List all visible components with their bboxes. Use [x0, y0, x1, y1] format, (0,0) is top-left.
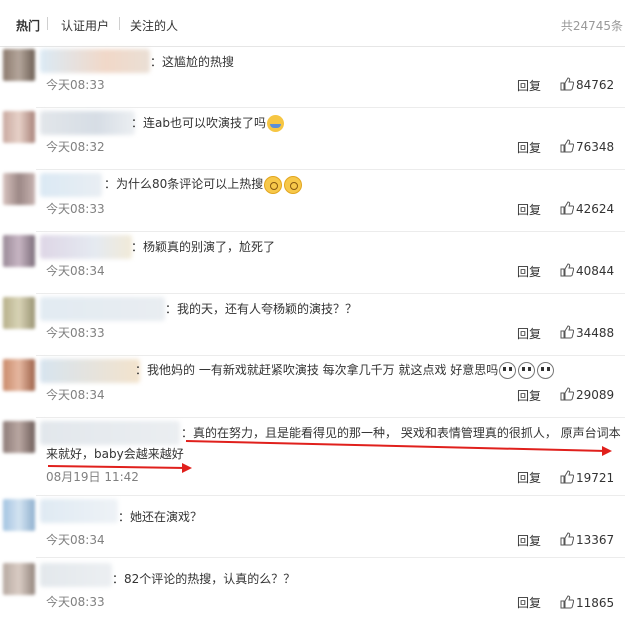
reply-button[interactable]: 回复 — [517, 594, 541, 611]
avatar[interactable] — [3, 499, 35, 531]
like-count: 76348 — [576, 140, 615, 154]
like-count: 29089 — [576, 388, 615, 402]
thumbs-up-icon[interactable] — [560, 77, 574, 91]
comment-time: 今天08:33 — [46, 326, 105, 340]
avatar[interactable] — [3, 173, 35, 205]
reply-button[interactable]: 回复 — [517, 532, 541, 549]
comment-item: ：连ab也可以吹演技了吗 今天08:32 回复 76348 — [0, 108, 625, 170]
skull-emoji-icon — [518, 362, 536, 379]
thumbs-up-icon[interactable] — [560, 139, 574, 153]
comment-text: ：这尴尬的热搜 — [150, 55, 235, 69]
comment-item: ：她还在演戏？ 今天08:34 回复 13367 — [0, 496, 625, 558]
comment-item: ：我他妈的 一有新戏就赶紧吹演技 每次拿几千万 就这点戏 好意思吗 今天08:3… — [0, 356, 625, 418]
username-blurred[interactable] — [40, 173, 102, 197]
username-blurred[interactable] — [40, 49, 150, 73]
tab-divider — [47, 17, 48, 30]
username-blurred[interactable] — [40, 235, 132, 259]
comment-time: 今天08:34 — [46, 533, 105, 547]
thinking-emoji-icon — [264, 175, 283, 194]
comment-text: ：杨颖真的别演了，尬死了 — [131, 240, 276, 254]
comment-time: 今天08:33 — [46, 202, 105, 216]
comment-time: 今天08:34 — [46, 388, 105, 402]
avatar[interactable] — [3, 235, 35, 267]
tab-verified-users[interactable]: 认证用户 — [61, 17, 109, 34]
comment-text: ：她还在演戏？ — [118, 510, 203, 524]
total-comment-count: 共24745条 — [560, 19, 623, 33]
reply-button[interactable]: 回复 — [517, 139, 541, 156]
comment-item: ：杨颖真的别演了，尬死了 今天08:34 回复 40844 — [0, 232, 625, 294]
comment-tabs: 热门 认证用户 关注的人 共24745条 — [0, 0, 625, 47]
thumbs-up-icon[interactable] — [560, 595, 574, 609]
like-count: 34488 — [576, 326, 615, 340]
avatar[interactable] — [3, 359, 35, 391]
thumbs-up-icon[interactable] — [560, 387, 574, 401]
reply-button[interactable]: 回复 — [517, 263, 541, 280]
reply-button[interactable]: 回复 — [517, 77, 541, 94]
comment-text: ：我他妈的 一有新戏就赶紧吹演技 每次拿几千万 就这点戏 好意思吗 — [135, 361, 555, 379]
tab-hot[interactable]: 热门 — [16, 17, 40, 34]
username-blurred[interactable] — [40, 297, 165, 321]
like-count: 11865 — [576, 596, 615, 610]
reply-button[interactable]: 回复 — [517, 387, 541, 404]
comment-time: 今天08:34 — [46, 264, 105, 278]
comment-item: ：82个评论的热搜，认真的么？？ 今天08:33 回复 11865 — [0, 560, 625, 622]
comment-item: ：这尴尬的热搜 今天08:33 回复 84762 — [0, 46, 625, 108]
avatar[interactable] — [3, 49, 35, 81]
reply-button[interactable]: 回复 — [517, 325, 541, 342]
comment-time: 今天08:33 — [46, 595, 105, 609]
like-count: 84762 — [576, 78, 615, 92]
tab-divider — [119, 17, 120, 30]
comment-text: ：为什么80条评论可以上热搜 — [104, 175, 303, 194]
comment-text: ：82个评论的热搜，认真的么？？ — [112, 572, 296, 586]
like-count: 13367 — [576, 533, 615, 547]
skull-emoji-icon — [537, 362, 555, 379]
tab-following[interactable]: 关注的人 — [130, 17, 178, 34]
thumbs-up-icon[interactable] — [560, 325, 574, 339]
red-annotation-arrows — [47, 440, 612, 473]
reply-button[interactable]: 回复 — [517, 201, 541, 218]
thumbs-up-icon[interactable] — [560, 532, 574, 546]
like-count: 40844 — [576, 264, 615, 278]
like-count: 42624 — [576, 202, 615, 216]
avatar[interactable] — [3, 297, 35, 329]
divider — [36, 557, 625, 558]
comment-time: 今天08:32 — [46, 140, 105, 154]
username-blurred[interactable] — [40, 359, 140, 383]
username-blurred[interactable] — [40, 111, 135, 135]
comment-item: ：我的天，还有人夸杨颖的演技？？ 今天08:33 回复 34488 — [0, 294, 625, 356]
avatar[interactable] — [3, 111, 35, 143]
comment-time: 今天08:33 — [46, 78, 105, 92]
comment-item: ：真的在努力，且是能看得见的那一种， 哭戏和表情管理真的很抓人， 原声台词本 来… — [0, 418, 625, 496]
thinking-emoji-icon — [284, 175, 303, 194]
comment-text: ：我的天，还有人夸杨颖的演技？？ — [165, 302, 358, 316]
username-blurred[interactable] — [40, 499, 118, 523]
skull-emoji-icon — [499, 362, 517, 379]
username-blurred[interactable] — [40, 563, 112, 587]
avatar[interactable] — [3, 563, 35, 595]
thumbs-up-icon[interactable] — [560, 201, 574, 215]
laugh-emoji-icon — [266, 115, 284, 132]
comment-item: ：为什么80条评论可以上热搜 今天08:33 回复 42624 — [0, 170, 625, 232]
thumbs-up-icon[interactable] — [560, 263, 574, 277]
comment-text: ：连ab也可以吹演技了吗 — [131, 114, 285, 132]
